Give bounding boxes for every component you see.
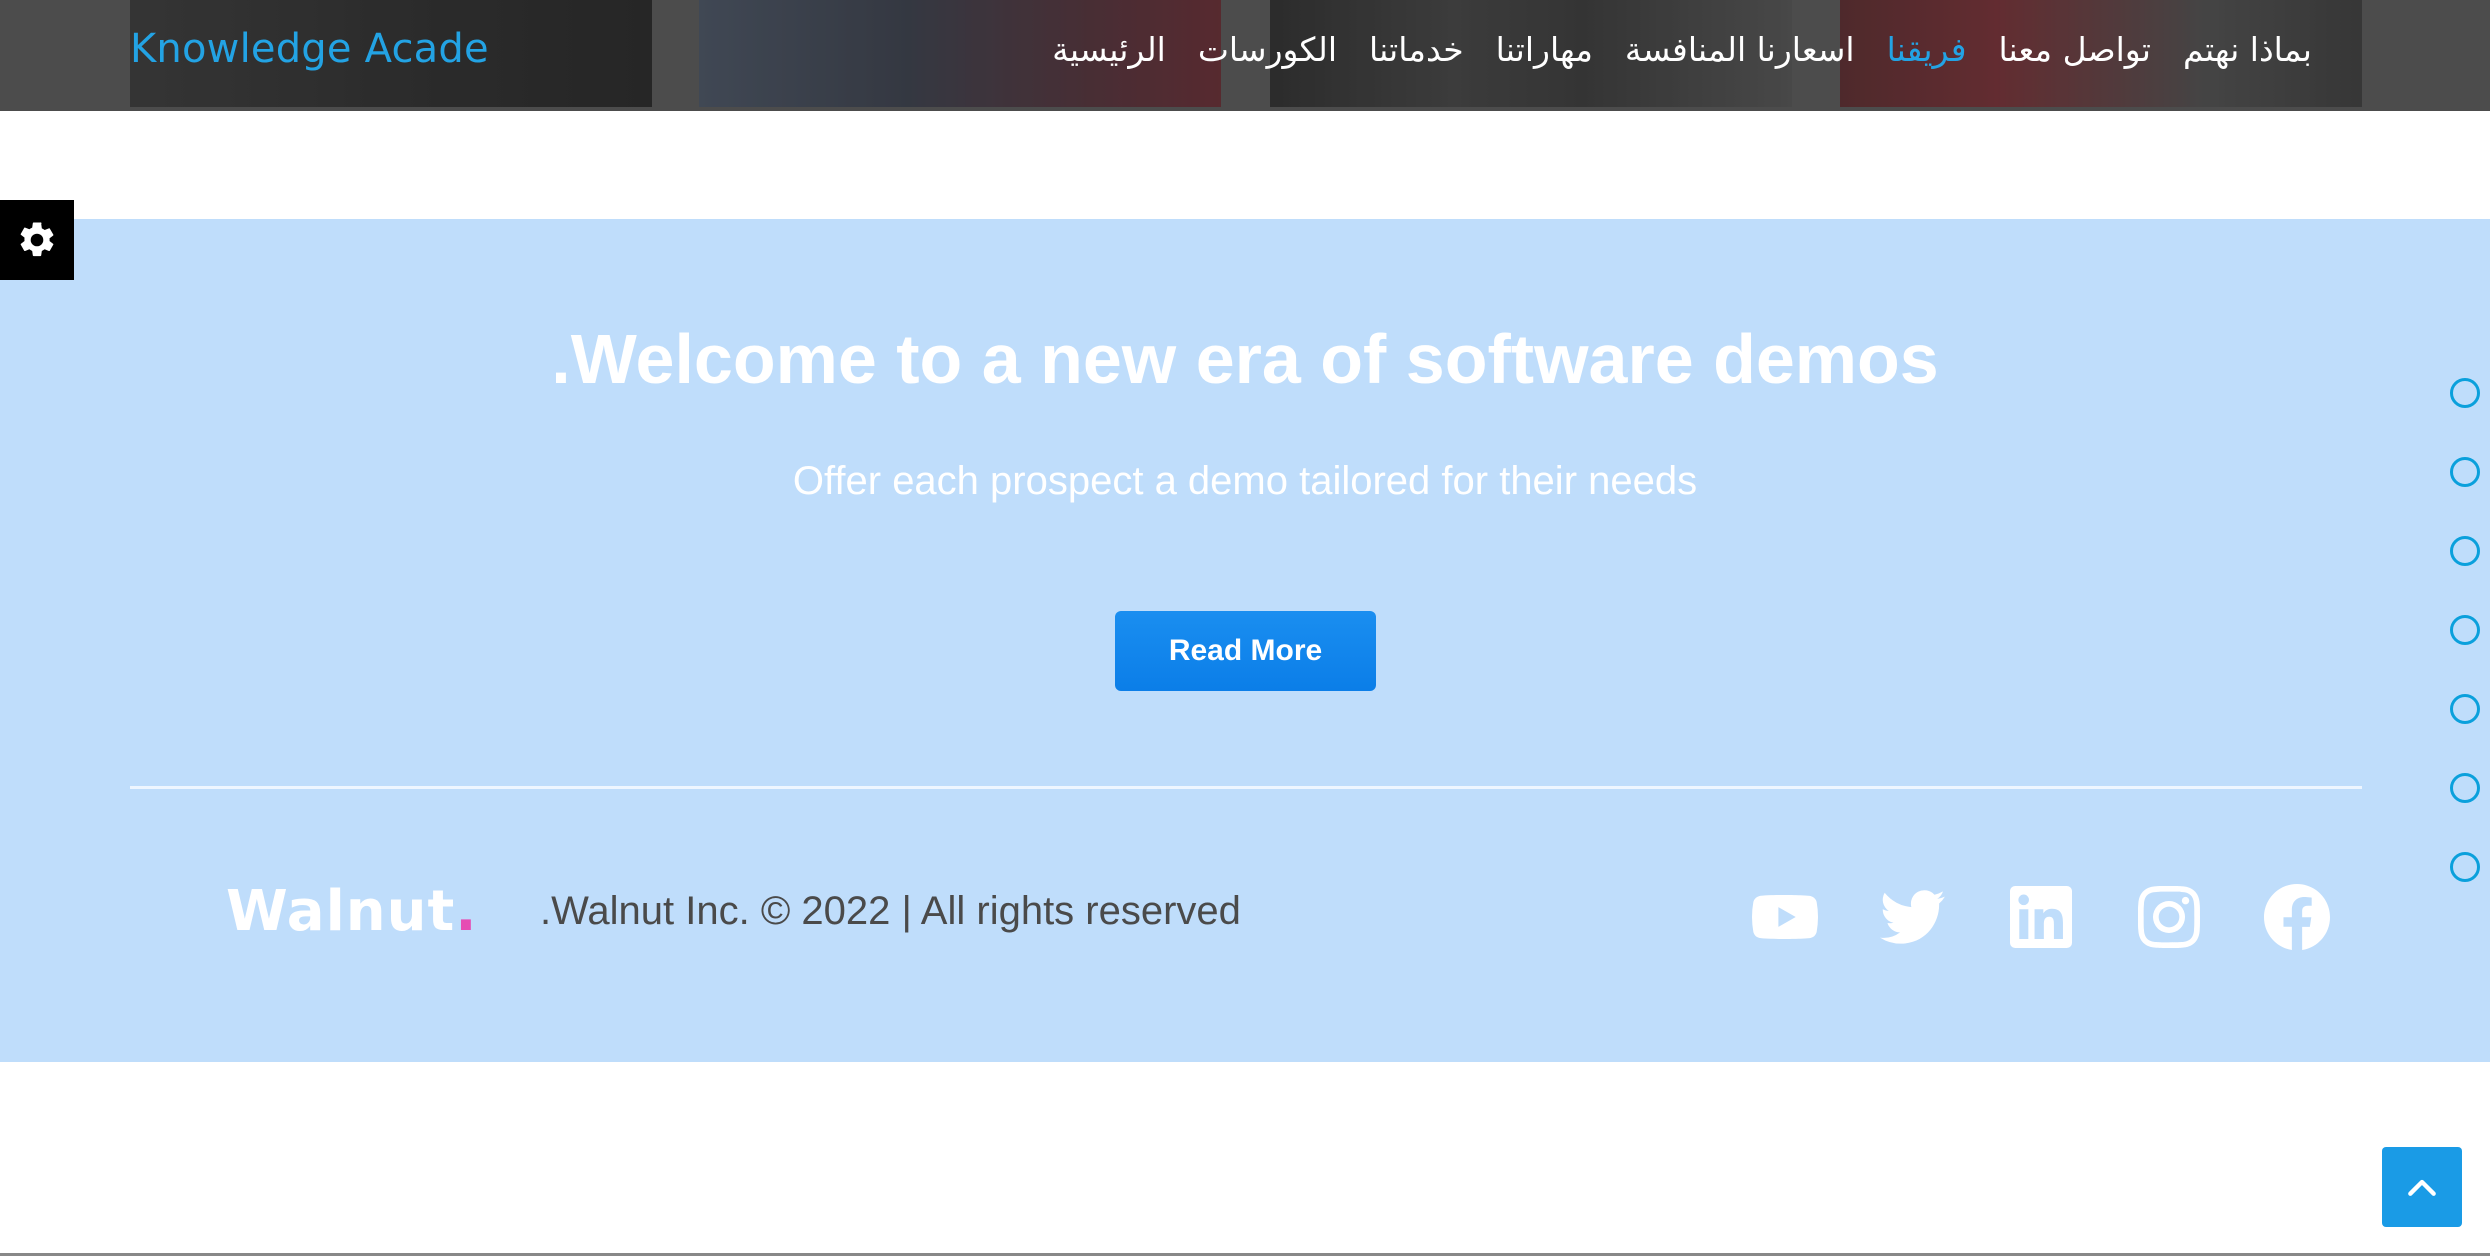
walnut-logo[interactable]: Walnut. (226, 879, 478, 944)
twitter-icon (1880, 890, 1945, 944)
nav-item-services[interactable]: خدماتنا (1369, 30, 1464, 69)
back-to-top-button[interactable] (2382, 1147, 2462, 1227)
nav-item-values[interactable]: بماذا نهتم (2183, 30, 2312, 69)
facebook-link[interactable] (2264, 884, 2330, 950)
slider-dot[interactable] (2450, 773, 2480, 803)
top-navbar: Knowledge Acade الرئيسية الكورسات خدماتن… (0, 0, 2490, 111)
linkedin-icon (2010, 886, 2072, 948)
slider-dots (2450, 378, 2480, 882)
nav-item-contact[interactable]: تواصل معنا (1998, 30, 2151, 69)
instagram-icon (2138, 886, 2200, 948)
slider-dot[interactable] (2450, 378, 2480, 408)
slider-dot[interactable] (2450, 536, 2480, 566)
social-links (1752, 884, 2330, 950)
brand-logo-link[interactable]: Knowledge Acade (130, 26, 489, 72)
youtube-icon (1752, 895, 1818, 939)
linkedin-link[interactable] (2008, 884, 2074, 950)
slider-dot[interactable] (2450, 615, 2480, 645)
slider-dot[interactable] (2450, 457, 2480, 487)
facebook-icon (2264, 884, 2330, 950)
nav-item-skills[interactable]: مهاراتنا (1496, 30, 1593, 69)
nav-item-team[interactable]: فريقنا (1887, 30, 1967, 69)
slider-dot[interactable] (2450, 694, 2480, 724)
chevron-up-icon (2408, 1179, 2436, 1196)
youtube-link[interactable] (1752, 884, 1818, 950)
nav-item-home[interactable]: الرئيسية (1052, 30, 1166, 69)
nav-item-pricing[interactable]: اسعارنا المنافسة (1625, 30, 1855, 69)
instagram-link[interactable] (2136, 884, 2202, 950)
slider-dot[interactable] (2450, 852, 2480, 882)
hero-subtitle: Offer each prospect a demo tailored for … (792, 459, 1698, 503)
nav-item-courses[interactable]: الكورسات (1198, 30, 1337, 69)
gear-icon (20, 222, 54, 257)
hero-section: .Welcome to a new era of software demos … (0, 219, 2490, 1062)
settings-toggle[interactable] (0, 200, 74, 280)
main-nav: الرئيسية الكورسات خدماتنا مهاراتنا اسعار… (1052, 30, 2312, 69)
read-more-button[interactable]: Read More (1115, 611, 1376, 691)
section-divider (130, 786, 2362, 789)
copyright-text: .Walnut Inc. © 2022 | All rights reserve… (540, 889, 1241, 933)
hero-title: .Welcome to a new era of software demos (551, 320, 1939, 398)
twitter-link[interactable] (1880, 884, 1946, 950)
